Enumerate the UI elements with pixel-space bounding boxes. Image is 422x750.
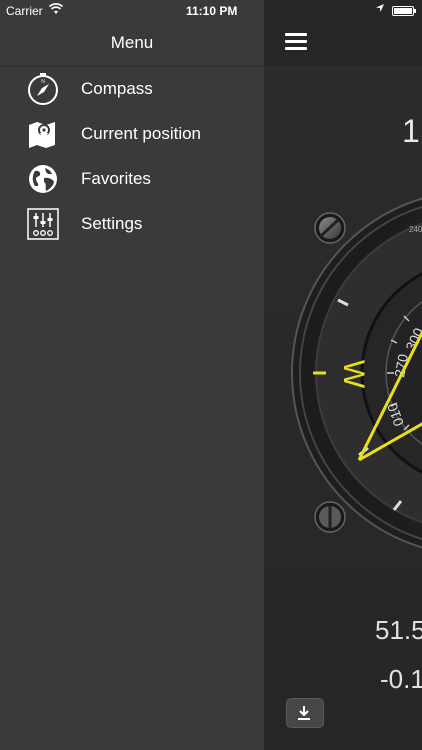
- compass-scale-label: 240: [409, 225, 422, 234]
- menu-item-favorites[interactable]: Favorites: [0, 157, 264, 202]
- menu-title: Menu: [110, 33, 154, 52]
- status-bar: Carrier 11:10 PM: [0, 0, 422, 22]
- download-button[interactable]: [286, 698, 324, 728]
- menu-item-label: Current position: [81, 124, 202, 143]
- latitude-value: 51.5: [375, 615, 422, 645]
- svg-text:N: N: [41, 79, 45, 85]
- carrier-label: Carrier: [6, 4, 43, 18]
- sliders-icon: [27, 208, 59, 240]
- screw-icon: [314, 212, 346, 244]
- side-menu: Menu N Compass Current position Favorite…: [0, 0, 264, 750]
- map-pin-icon: [29, 122, 55, 148]
- compass-west-label: W: [337, 360, 370, 389]
- clock: 11:10 PM: [186, 4, 238, 18]
- location-arrow-icon: [376, 4, 384, 12]
- longitude-value: -0.1: [380, 664, 422, 694]
- download-icon: [298, 706, 310, 720]
- menu-item-current-position[interactable]: Current position: [0, 112, 264, 157]
- menu-item-label: Favorites: [81, 169, 151, 188]
- globe-icon: [29, 165, 57, 193]
- menu-item-label: Settings: [81, 214, 143, 233]
- wifi-icon: [49, 3, 63, 14]
- screw-icon: [314, 501, 346, 533]
- menu-list: N Compass Current position Favorites Set…: [0, 67, 264, 247]
- compass-panel: 1 W 270 300 010 240 51.5 -0.1: [264, 0, 422, 750]
- menu-item-compass[interactable]: N Compass: [0, 67, 264, 112]
- menu-item-label: Compass: [81, 79, 153, 98]
- battery-icon: [392, 6, 416, 16]
- menu-item-settings[interactable]: Settings: [0, 202, 264, 247]
- compass-icon: N: [28, 73, 58, 105]
